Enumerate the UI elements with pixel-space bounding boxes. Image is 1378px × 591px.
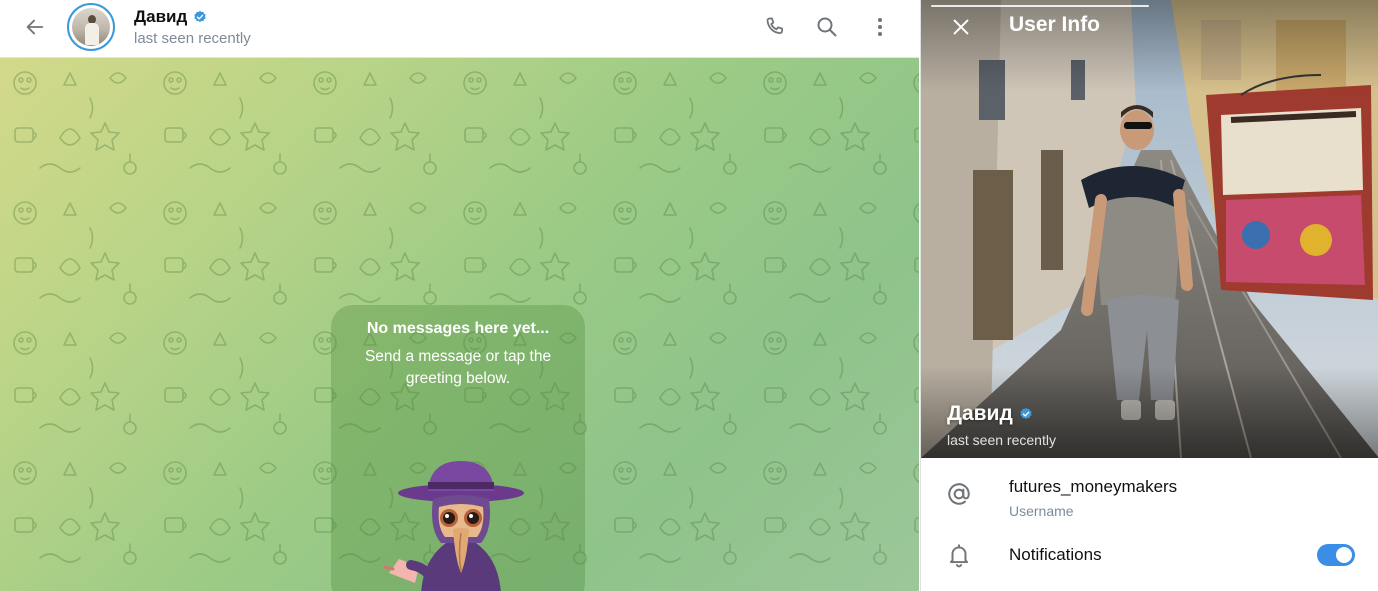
chat-title[interactable]: Давид [134,7,207,27]
chat-header: Давид last seen recently [0,0,919,58]
profile-name-text: Давид [947,402,1013,425]
back-button[interactable] [15,7,55,47]
username-label: Username [1009,503,1074,519]
telegram-window: Давид last seen recently No messages her… [0,0,1378,591]
at-sign-icon [945,480,973,508]
verified-badge-icon [1020,407,1032,420]
profile-photo-image [921,0,1378,458]
profile-name: Давид [947,402,1033,426]
avatar[interactable] [67,3,115,51]
panel-title: User Info [1009,13,1101,36]
kebab-menu-icon [878,18,882,36]
user-info-panel: User Info Давид last seen recently futur… [920,0,1378,591]
greeting-sticker[interactable] [381,455,541,591]
call-button[interactable] [755,7,795,47]
profile-status: last seen recently [947,432,1056,448]
contact-status: last seen recently [134,30,251,47]
panel-header: User Info [921,0,1378,56]
empty-chat-card: No messages here yet... Send a message o… [331,305,585,591]
arrow-left-icon [26,19,44,35]
username-row[interactable]: futures_moneymakers Username [921,466,1378,530]
chat-background: No messages here yet... Send a message o… [0,58,919,591]
close-button[interactable] [941,7,981,47]
empty-chat-subtitle: Send a message or tap the greeting below… [364,348,552,387]
phone-icon [766,17,783,34]
bell-icon [945,541,973,569]
username-value: futures_moneymakers [1009,477,1178,496]
contact-name: Давид [134,7,188,26]
more-button[interactable] [860,7,900,47]
notifications-toggle[interactable] [1317,544,1355,566]
empty-chat-title: No messages here yet... [366,320,550,337]
notifications-row[interactable]: Notifications [921,532,1378,582]
search-button[interactable] [807,7,847,47]
profile-photo[interactable] [921,0,1378,458]
notifications-label: Notifications [1009,545,1102,564]
close-icon [953,19,969,35]
chat-column: Давид last seen recently No messages her… [0,0,919,591]
verified-badge-icon [194,10,206,23]
search-icon [817,17,837,37]
